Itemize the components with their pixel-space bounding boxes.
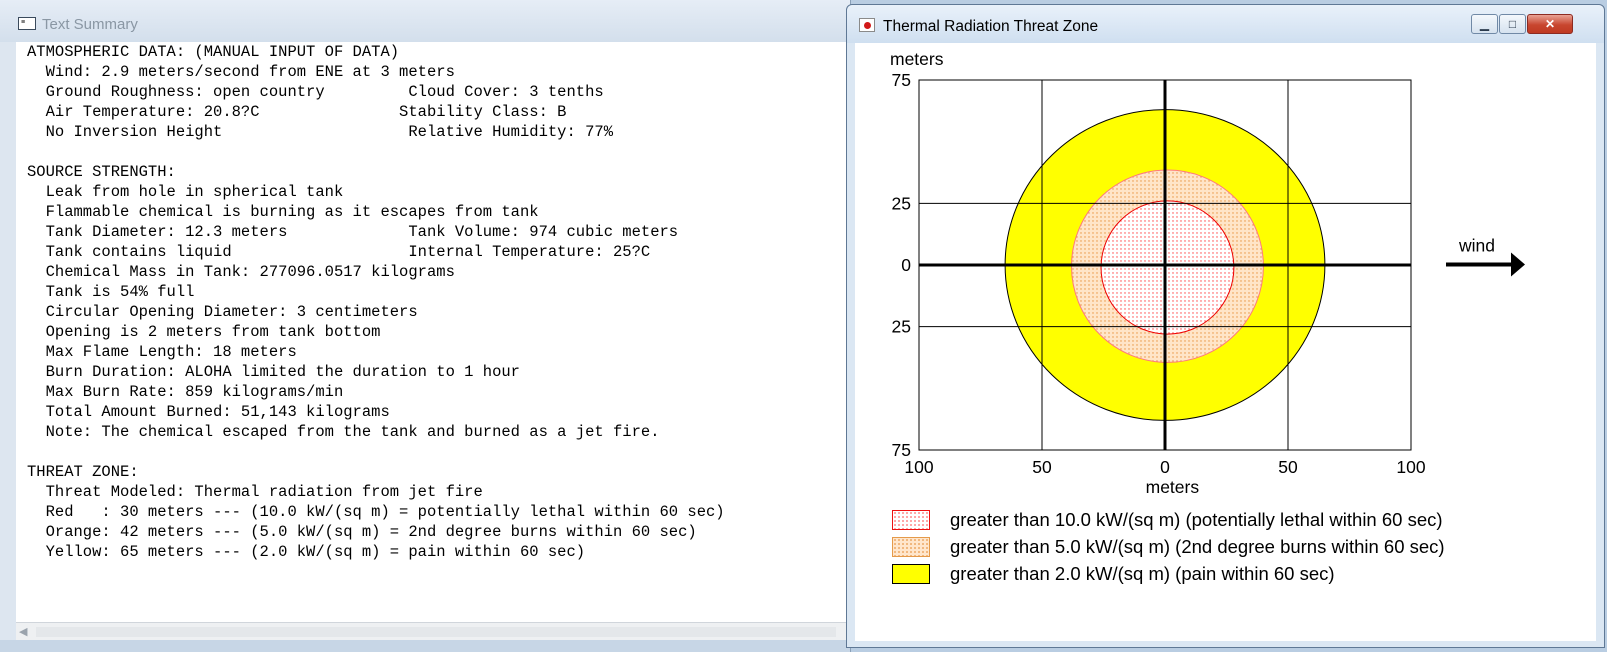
threat-zone-app-icon[interactable] bbox=[859, 18, 875, 32]
threat-zone-titlebar[interactable]: Thermal Radiation Threat Zone ▁ □ ✕ bbox=[847, 5, 1604, 43]
x-tick-label: 0 bbox=[1160, 457, 1170, 477]
summary-line: Note: The chemical escaped from the tank… bbox=[27, 423, 660, 441]
text-summary-titlebar[interactable]: ≡ Text Summary bbox=[0, 0, 850, 42]
x-tick-label: 50 bbox=[1278, 457, 1298, 477]
legend-label: greater than 2.0 kW/(sq m) (pain within … bbox=[950, 563, 1335, 584]
summary-text-area[interactable]: ATMOSPHERIC DATA: (MANUAL INPUT OF DATA)… bbox=[16, 42, 850, 622]
maximize-button[interactable]: □ bbox=[1499, 14, 1526, 34]
summary-line: Tank contains liquid Internal Temperatur… bbox=[27, 243, 651, 261]
minimize-icon: ▁ bbox=[1479, 17, 1490, 31]
summary-line: ATMOSPHERIC DATA: (MANUAL INPUT OF DATA) bbox=[27, 43, 400, 61]
legend-swatch-yellow bbox=[892, 564, 930, 584]
summary-line: Circular Opening Diameter: 3 centimeters bbox=[27, 303, 418, 321]
summary-line: Flammable chemical is burning as it esca… bbox=[27, 203, 539, 221]
summary-line: Chemical Mass in Tank: 277096.0517 kilog… bbox=[27, 263, 455, 281]
summary-line: Tank Diameter: 12.3 meters Tank Volume: … bbox=[27, 223, 679, 241]
y-tick-label: 0 bbox=[901, 255, 911, 275]
summary-line: Tank is 54% full bbox=[27, 283, 195, 301]
horizontal-scrollbar[interactable]: ◀ bbox=[16, 622, 850, 641]
summary-line: Total Amount Burned: 51,143 kilograms bbox=[27, 403, 390, 421]
summary-line: Red : 30 meters --- (10.0 kW/(sq m) = po… bbox=[27, 503, 725, 521]
summary-line: Threat Modeled: Thermal radiation from j… bbox=[27, 483, 483, 501]
summary-text: ATMOSPHERIC DATA: (MANUAL INPUT OF DATA)… bbox=[27, 42, 725, 562]
legend-label: greater than 10.0 kW/(sq m) (potentially… bbox=[950, 509, 1443, 530]
legend-label: greater than 5.0 kW/(sq m) (2nd degree b… bbox=[950, 536, 1445, 557]
summary-line: Ground Roughness: open country Cloud Cov… bbox=[27, 83, 604, 101]
wind-label: wind bbox=[1458, 236, 1495, 256]
wind-arrow-icon bbox=[1511, 252, 1525, 277]
text-summary-window: ≡ Text Summary ATMOSPHERIC DATA: (MANUAL… bbox=[0, 0, 851, 652]
scrollbar-track[interactable] bbox=[36, 627, 836, 637]
text-window-icon[interactable]: ≡ bbox=[18, 17, 36, 30]
y-tick-label: 25 bbox=[892, 193, 911, 213]
summary-line: SOURCE STRENGTH: bbox=[27, 163, 176, 181]
window-title: Thermal Radiation Threat Zone bbox=[883, 18, 1099, 35]
minimize-button[interactable]: ▁ bbox=[1471, 14, 1498, 34]
y-axis-title: meters bbox=[890, 49, 944, 69]
summary-line: THREAT ZONE: bbox=[27, 463, 139, 481]
maximize-icon: □ bbox=[1508, 17, 1517, 31]
summary-line: Wind: 2.9 meters/second from ENE at 3 me… bbox=[27, 63, 455, 81]
summary-line: No Inversion Height Relative Humidity: 7… bbox=[27, 123, 613, 141]
y-tick-label: 25 bbox=[892, 317, 911, 337]
summary-line: Leak from hole in spherical tank bbox=[27, 183, 344, 201]
close-button[interactable]: ✕ bbox=[1527, 14, 1573, 34]
summary-line: Orange: 42 meters --- (5.0 kW/(sq m) = 2… bbox=[27, 523, 697, 541]
summary-line: Opening is 2 meters from tank bottom bbox=[27, 323, 381, 341]
chart-area: 100 50 0 50 100 75 25 0 25 75 meters meters wind gre… bbox=[855, 43, 1596, 641]
summary-line: Air Temperature: 20.8?C Stability Class:… bbox=[27, 103, 567, 121]
summary-line: Max Flame Length: 18 meters bbox=[27, 343, 297, 361]
y-tick-label: 75 bbox=[892, 440, 911, 460]
x-tick-label: 100 bbox=[904, 457, 933, 477]
close-icon: ✕ bbox=[1544, 17, 1556, 31]
window-bottom-border bbox=[0, 640, 850, 652]
window-title: Text Summary bbox=[42, 16, 138, 33]
zone-red bbox=[1100, 200, 1235, 335]
scroll-left-icon[interactable]: ◀ bbox=[19, 625, 27, 638]
x-tick-label: 100 bbox=[1396, 457, 1425, 477]
legend-swatch-red bbox=[892, 510, 930, 530]
y-tick-label: 75 bbox=[892, 70, 911, 90]
x-tick-label: 50 bbox=[1032, 457, 1052, 477]
summary-line: Burn Duration: ALOHA limited the duratio… bbox=[27, 363, 520, 381]
x-axis-title: meters bbox=[1146, 477, 1200, 497]
summary-line: Max Burn Rate: 859 kilograms/min bbox=[27, 383, 344, 401]
threat-zone-window: Thermal Radiation Threat Zone ▁ □ ✕ 100 5… bbox=[846, 4, 1605, 648]
legend-swatch-orange bbox=[892, 537, 930, 557]
summary-line: Yellow: 65 meters --- (2.0 kW/(sq m) = p… bbox=[27, 543, 586, 561]
